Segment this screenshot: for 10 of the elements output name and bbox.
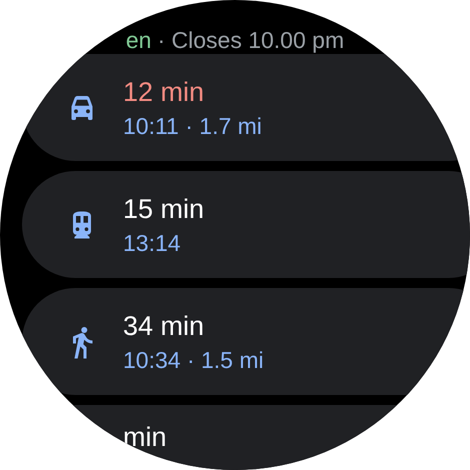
- arrival-details: 10:34 · 1.5 mi: [123, 346, 264, 374]
- travel-time: 15 min: [123, 192, 204, 226]
- travel-time: 34 min: [123, 310, 206, 342]
- travel-time: min: [123, 421, 167, 454]
- route-card[interactable]: 15 min 13:14: [22, 171, 470, 278]
- closing-time: · Closes 10.00 pm: [157, 26, 344, 54]
- arrival-details: 10:11 · 1.7 mi: [123, 112, 262, 140]
- travel-time: 12 min: [123, 76, 206, 108]
- arrival-details: 13:14: [123, 228, 182, 258]
- open-status: en: [126, 26, 152, 54]
